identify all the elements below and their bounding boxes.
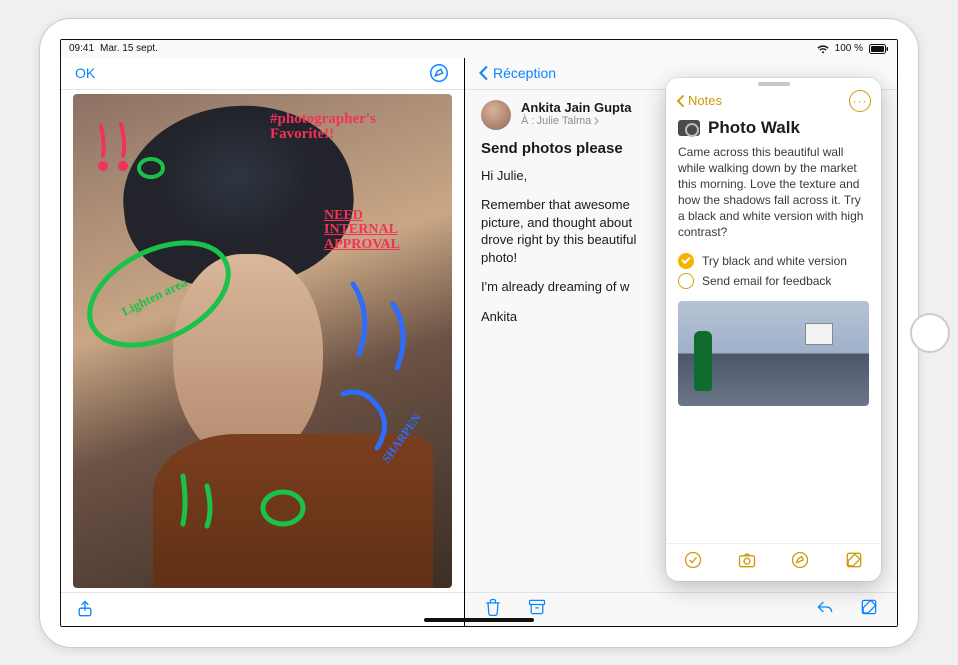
chevron-right-icon [593, 117, 601, 125]
reply-icon[interactable] [815, 597, 835, 622]
notes-checklist-icon[interactable] [683, 550, 703, 575]
notes-slideover[interactable]: Notes ··· Photo Walk Came across this be… [666, 78, 881, 581]
notes-markup-icon[interactable] [790, 550, 810, 575]
avatar[interactable] [481, 100, 511, 130]
ipad-screen: 09:41 Mar. 15 sept. 100 % OK [60, 39, 898, 627]
photo-figure [694, 331, 712, 391]
note-attached-photo[interactable] [678, 301, 869, 406]
mail-recipient-name: Julie Talma [536, 115, 591, 127]
checklist-item[interactable]: Send email for feedback [678, 273, 869, 289]
share-icon[interactable] [75, 599, 95, 619]
markup-canvas[interactable]: #photographer's Favorite!! NEED INTERNAL… [73, 94, 452, 588]
mail-signoff: Ankita [481, 308, 651, 326]
note-title: Photo Walk [708, 118, 800, 138]
notes-back-label: Notes [688, 93, 722, 108]
annotation-exclaim-icon [91, 118, 181, 188]
notes-back-button[interactable]: Notes [676, 93, 722, 108]
status-date: Mar. 15 sept. [100, 43, 158, 54]
ok-button[interactable]: OK [75, 65, 95, 81]
checkbox-unchecked-icon[interactable] [678, 273, 694, 289]
status-bar: 09:41 Mar. 15 sept. 100 % [61, 40, 897, 58]
status-time: 09:41 [69, 43, 94, 54]
mail-sender-name[interactable]: Ankita Jain Gupta [521, 100, 632, 115]
compose-icon[interactable] [859, 597, 879, 622]
notes-new-icon[interactable] [844, 550, 864, 575]
annotation-need-internal-approval: NEED INTERNAL APPROVAL [324, 209, 434, 253]
camera-icon [678, 120, 700, 136]
wifi-icon [817, 44, 829, 54]
checklist-label: Send email for feedback [702, 274, 831, 288]
chevron-left-icon [676, 95, 686, 107]
notes-camera-icon[interactable] [737, 550, 757, 575]
checklist-label: Try black and white version [702, 254, 847, 268]
checkbox-checked-icon[interactable] [678, 253, 694, 269]
mail-body-text-2: I'm already dreaming of w [481, 278, 651, 296]
note-checklist: Try black and white version Send email f… [666, 249, 881, 293]
markup-pen-icon[interactable] [428, 62, 450, 84]
status-battery-pct: 100 % [835, 43, 863, 54]
checklist-item[interactable]: Try black and white version [678, 253, 869, 269]
chevron-left-icon [477, 66, 491, 80]
mail-back-label: Réception [493, 65, 556, 81]
battery-icon [869, 44, 889, 54]
home-button[interactable] [910, 313, 950, 353]
mail-recipient[interactable]: À : Julie Talma [521, 115, 632, 127]
home-indicator[interactable] [424, 618, 534, 622]
annotation-green-doodles-icon [173, 468, 333, 548]
mail-back-button[interactable]: Réception [477, 65, 556, 81]
mail-to-prefix: À : [521, 115, 534, 127]
annotation-lighten-oval-icon [79, 234, 249, 374]
annotation-photographers-favorite: #photographer's Favorite!! [270, 112, 440, 144]
mail-body-text-1: Remember that awesome picture, and thoug… [481, 196, 651, 266]
markup-app: OK [61, 58, 465, 626]
mail-greeting: Hi Julie, [481, 167, 651, 185]
photo-window [805, 323, 833, 345]
note-body-text[interactable]: Came across this beautiful wall while wa… [666, 142, 881, 249]
notes-more-icon[interactable]: ··· [849, 90, 871, 112]
